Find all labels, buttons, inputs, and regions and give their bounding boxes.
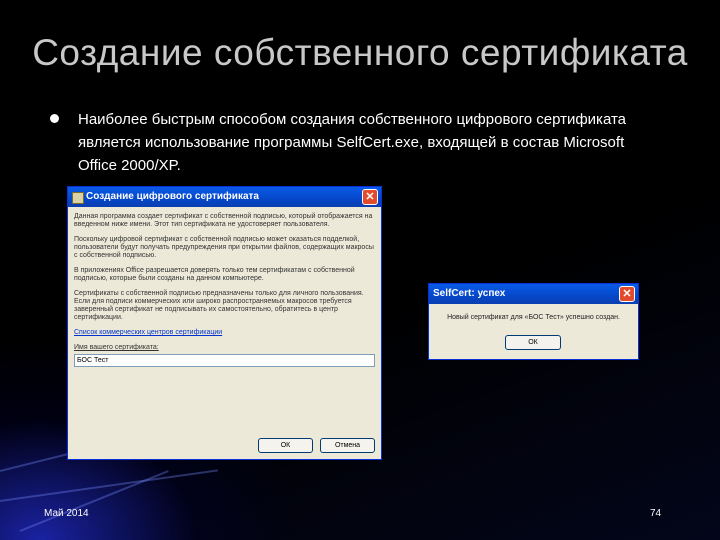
footer-date: Май 2014 bbox=[44, 508, 89, 519]
create-certificate-dialog: Создание цифрового сертификата ✕ Данная … bbox=[67, 186, 382, 460]
dialog-titlebar[interactable]: Создание цифрового сертификата ✕ bbox=[68, 187, 381, 207]
bullet-item: Наиболее быстрым способом создания собст… bbox=[50, 108, 650, 177]
ok-button[interactable]: ОК bbox=[258, 438, 313, 453]
certificate-icon bbox=[72, 192, 84, 204]
ca-list-link[interactable]: Список коммерческих центров сертификации bbox=[74, 329, 375, 337]
bullet-text: Наиболее быстрым способом создания собст… bbox=[78, 111, 627, 174]
certificate-name-label: Имя вашего сертификата: bbox=[74, 344, 159, 351]
page-number: 74 bbox=[650, 508, 662, 519]
dialog-paragraph: Данная программа создает сертификат с со… bbox=[74, 213, 373, 228]
certificate-name-input[interactable]: БОС Тест bbox=[74, 354, 375, 367]
bullet-icon bbox=[50, 114, 59, 123]
close-icon[interactable]: ✕ bbox=[619, 286, 635, 302]
selfcert-success-dialog: SelfCert: успех ✕ Новый сертификат для «… bbox=[428, 283, 639, 360]
cancel-button[interactable]: Отмена bbox=[320, 438, 375, 453]
dialog-paragraph: Сертификаты с собственной подписью предн… bbox=[74, 290, 364, 321]
dialog-body: Данная программа создает сертификат с со… bbox=[68, 207, 381, 373]
dialog-title: SelfCert: успех bbox=[433, 288, 506, 299]
dialog-paragraph: В приложениях Office разрешается доверят… bbox=[74, 267, 355, 282]
success-ok-button[interactable]: ОК bbox=[505, 335, 561, 350]
dialog-title: Создание цифрового сертификата bbox=[86, 191, 259, 202]
close-icon[interactable]: ✕ bbox=[362, 189, 378, 205]
success-message: Новый сертификат для «БОС Тест» успешно … bbox=[447, 314, 620, 321]
dialog-paragraph: Поскольку цифровой сертификат с собствен… bbox=[74, 236, 374, 259]
dialog-titlebar[interactable]: SelfCert: успех ✕ bbox=[429, 284, 638, 304]
slide-title: Создание собственного сертификата bbox=[32, 32, 688, 73]
